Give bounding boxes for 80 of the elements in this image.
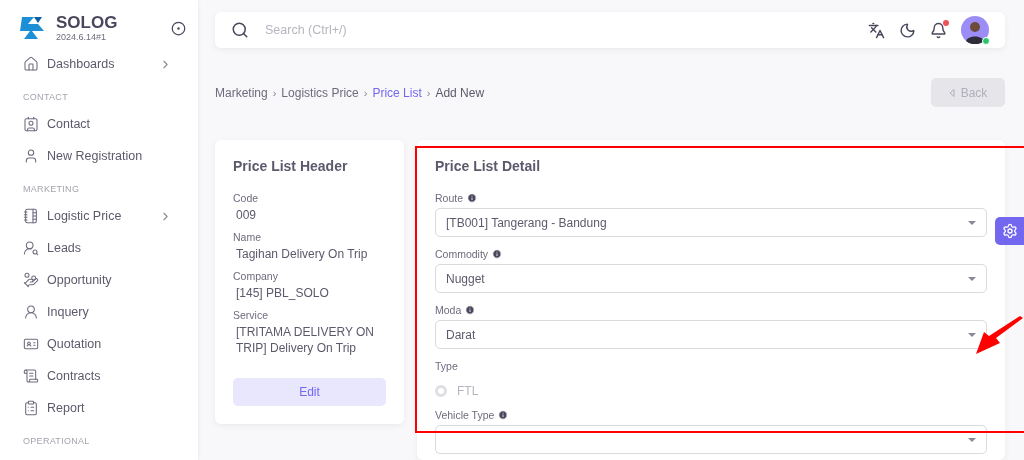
edit-button[interactable]: Edit: [233, 378, 386, 406]
field-label: Name: [233, 231, 262, 243]
settings-button[interactable]: [995, 217, 1024, 245]
menu-icon: [23, 272, 39, 288]
avatar[interactable]: [961, 16, 989, 44]
sidebar-item-label: Quotation: [47, 337, 103, 351]
select-value: [TB001] Tangerang - Bandung: [446, 215, 607, 230]
field-label: Commodity: [435, 248, 489, 260]
field-label: Code: [233, 192, 260, 204]
sidebar-item[interactable]: Inquery: [0, 296, 198, 328]
select-field[interactable]: Darat: [435, 320, 987, 349]
sidebar-item[interactable]: New Registration: [0, 140, 198, 172]
breadcrumb-separator: ›: [272, 86, 277, 99]
sidebar-item-label: Opportunity: [47, 273, 113, 287]
sidebar-toggle-icon[interactable]: [171, 20, 186, 36]
field-value: [145] PBL_SOLO: [236, 285, 330, 301]
menu-icon: [23, 240, 39, 256]
sidebar-item-label: Contact: [47, 117, 92, 131]
caret-icon: [968, 276, 976, 281]
menu-icon: [23, 116, 39, 132]
annotation-arrow: [976, 316, 1024, 356]
sidebar-item[interactable]: Opportunity: [0, 264, 198, 296]
field-value: Tagihan Delivery On Trip: [236, 246, 369, 262]
select-field[interactable]: [TB001] Tangerang - Bandung: [435, 208, 987, 237]
field-label: Type: [435, 360, 458, 372]
breadcrumb-item: Add New: [435, 85, 485, 100]
settings-icon: [1001, 223, 1018, 239]
menu-icon: [23, 336, 39, 352]
select-field[interactable]: Nugget: [435, 264, 987, 293]
sidebar-item[interactable]: Dashboards: [0, 48, 198, 80]
caret-icon: [968, 332, 976, 337]
translate-icon[interactable]: [868, 21, 885, 39]
sidebar-item[interactable]: Leads: [0, 232, 198, 264]
breadcrumb-item[interactable]: Logistics Price: [281, 85, 359, 100]
search-field[interactable]: Search (Ctrl+/): [231, 12, 854, 48]
sidebar-item[interactable]: Logistic Price: [0, 200, 198, 232]
search-icon: [231, 21, 249, 39]
field-label: Vehicle Type: [435, 409, 495, 421]
section-header: CONTACT: [22, 91, 69, 104]
section-header: MARKETING: [22, 183, 81, 196]
breadcrumb-separator: ›: [363, 86, 368, 99]
menu-icon: [23, 304, 39, 320]
sidebar-item[interactable]: Contracts: [0, 360, 198, 392]
card-title: Price List Detail: [435, 158, 542, 174]
menu-icon: [23, 56, 39, 72]
caret-icon: [968, 220, 976, 225]
menu-icon: [23, 400, 39, 416]
sidebar-item[interactable]: Report: [0, 392, 198, 424]
section-header: OPERATIONAL: [22, 435, 91, 448]
sidebar-item[interactable]: Quotation: [0, 328, 198, 360]
field-label: Service: [233, 309, 269, 321]
field-label: Route: [435, 192, 464, 204]
select-value: Nugget: [446, 271, 485, 286]
sidebar-item[interactable]: Contact: [0, 108, 198, 140]
moon-icon[interactable]: [899, 21, 916, 39]
menu-icon: [23, 368, 39, 384]
menu-icon: [23, 148, 39, 164]
bell-icon[interactable]: [930, 21, 947, 39]
menu-icon: [23, 208, 39, 224]
breadcrumb-separator: ›: [426, 86, 431, 99]
brand-name: SOLOG: [56, 14, 119, 32]
select-field[interactable]: [435, 425, 987, 454]
app-version: 2024.6.14#1: [56, 32, 108, 42]
field-label: Company: [233, 270, 279, 282]
card-title: Price List Header: [233, 158, 349, 174]
field-value: 009: [236, 207, 258, 223]
sidebar-item-label: Contracts: [47, 369, 102, 383]
breadcrumb-item[interactable]: Marketing: [215, 85, 268, 100]
caret-icon: [968, 437, 976, 442]
breadcrumb-link[interactable]: Price List: [372, 85, 422, 100]
sidebar-item-label: New Registration: [47, 149, 144, 163]
sidebar-item-label: Logistic Price: [47, 209, 123, 223]
sidebar-item-label: Inquery: [47, 305, 90, 319]
sidebar-item-label: Leads: [47, 241, 83, 255]
field-label: Moda: [435, 304, 462, 316]
sidebar-item-label: Report: [47, 401, 86, 415]
field-value: [TRITAMA DELIVERY ON TRIP] Delivery On Trip: [236, 324, 376, 356]
sidebar-item-label: Dashboards: [47, 57, 116, 71]
select-value: Darat: [446, 327, 476, 342]
caret-icon: [948, 88, 955, 97]
